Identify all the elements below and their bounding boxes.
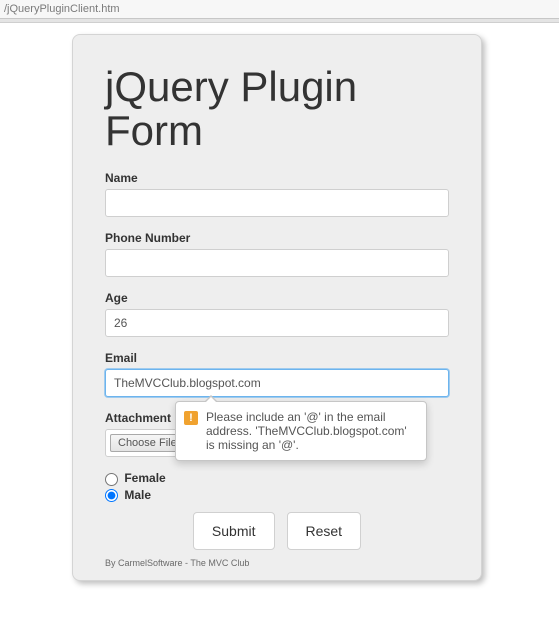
radio-male[interactable] — [105, 489, 118, 502]
input-name[interactable] — [105, 189, 449, 217]
submit-button[interactable]: Submit — [193, 512, 275, 550]
validation-message: Please include an '@' in the email addre… — [206, 410, 407, 452]
url-path: /jQueryPluginClient.htm — [4, 0, 120, 18]
radio-male-row[interactable]: Male — [105, 488, 449, 502]
label-phone: Phone Number — [105, 231, 449, 245]
button-row: Submit Reset — [105, 512, 449, 550]
field-name: Name — [105, 171, 449, 217]
field-phone: Phone Number — [105, 231, 449, 277]
label-male: Male — [124, 488, 151, 502]
page-title: jQuery Plugin Form — [105, 65, 449, 153]
input-email[interactable] — [105, 369, 449, 397]
browser-address-fragment: /jQueryPluginClient.htm — [0, 0, 559, 19]
field-email: Email ! Please include an '@' in the ema… — [105, 351, 449, 397]
validation-tooltip: ! Please include an '@' in the email add… — [175, 401, 427, 461]
input-phone[interactable] — [105, 249, 449, 277]
label-female: Female — [124, 471, 165, 485]
credit-text: By CarmelSoftware - The MVC Club — [105, 558, 449, 568]
label-name: Name — [105, 171, 449, 185]
input-age[interactable] — [105, 309, 449, 337]
reset-button[interactable]: Reset — [287, 512, 362, 550]
form-card: jQuery Plugin Form Name Phone Number Age… — [72, 34, 482, 581]
radio-female-row[interactable]: Female — [105, 471, 449, 485]
choose-file-button[interactable]: Choose File — [110, 434, 185, 452]
label-age: Age — [105, 291, 449, 305]
warning-icon: ! — [184, 411, 198, 425]
toolbar-divider — [0, 19, 559, 23]
field-age: Age — [105, 291, 449, 337]
label-email: Email — [105, 351, 449, 365]
radio-female[interactable] — [105, 473, 118, 486]
